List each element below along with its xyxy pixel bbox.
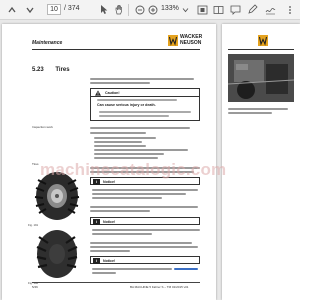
section-title: Tires — [55, 67, 70, 73]
notice-text-line — [92, 272, 116, 274]
body-text-line — [228, 112, 272, 114]
page-footer-number: 5/46 — [32, 285, 38, 289]
notice-text-line — [92, 193, 186, 195]
section-heading: 5.23 Tires — [32, 67, 70, 73]
header-rule — [32, 49, 200, 50]
body-text-line — [94, 153, 164, 155]
caution-text-line — [99, 115, 169, 117]
body-text-line — [90, 78, 194, 80]
page-number-input[interactable]: 10 — [47, 4, 61, 15]
sign-icon[interactable] — [264, 3, 276, 16]
highlight-pen-icon[interactable] — [246, 3, 258, 16]
body-text-line — [90, 132, 146, 134]
notice-text-line — [92, 268, 172, 270]
pdf-toolbar: 10 / 374 133% — [0, 0, 300, 20]
notice-text-line — [92, 229, 200, 231]
body-text-line — [94, 149, 188, 151]
brand-logo-icon — [258, 35, 268, 46]
wacker-neuson-logo-next — [258, 34, 300, 48]
toolbar-separator — [128, 4, 129, 16]
select-cursor-icon[interactable] — [98, 3, 110, 16]
wacker-neuson-logo: WACKER NEUSON — [168, 34, 210, 48]
warning-triangle-icon — [95, 90, 101, 96]
body-text-line — [90, 206, 198, 208]
info-icon: i — [93, 258, 100, 264]
document-viewer[interactable]: Maintenance WACKER NEUSON 5.23 Tires Cau… — [0, 20, 300, 300]
notice-box-2: i Notice! — [90, 217, 200, 225]
body-text-line — [90, 82, 150, 84]
caution-text-line — [99, 111, 191, 113]
zoom-out-icon[interactable] — [134, 3, 146, 16]
tire-photo-2 — [28, 228, 86, 280]
notice-text-line — [92, 197, 162, 199]
figure-heading: Tires — [32, 162, 39, 166]
body-text-line — [94, 145, 146, 147]
pdf-page-next — [222, 24, 300, 300]
body-text-line — [94, 137, 156, 139]
footer-rule — [32, 282, 200, 283]
fit-page-icon[interactable] — [196, 3, 208, 16]
zoom-in-icon[interactable] — [147, 3, 159, 16]
caution-text: Can cause serious injury or death. — [97, 103, 156, 107]
zoom-dropdown-chevron-icon[interactable] — [181, 3, 189, 16]
caution-box: Caution! Can cause serious injury or dea… — [90, 88, 200, 121]
hand-tool-icon[interactable] — [113, 3, 125, 16]
logo-line-2: NEUSON — [180, 39, 202, 46]
body-text-line — [90, 210, 150, 212]
notice-label-1: Notice! — [103, 179, 116, 184]
next-page-icon[interactable] — [24, 3, 36, 16]
body-text-line — [90, 242, 192, 244]
caution-text-line — [97, 99, 177, 101]
notice-label-2: Notice! — [103, 219, 116, 224]
body-text-line — [94, 141, 142, 143]
cross-reference-link[interactable] — [174, 268, 198, 270]
body-text-line — [94, 157, 158, 159]
body-text-line — [90, 127, 190, 129]
notice-text-line — [92, 189, 198, 191]
body-text-line — [90, 246, 198, 248]
info-icon: i — [93, 219, 100, 225]
figure-caption-1: Fig. 191 — [28, 223, 39, 227]
watermark: machinecatalogic.com — [40, 160, 227, 179]
brand-logo-icon — [168, 35, 178, 46]
notice-text-line — [92, 233, 152, 235]
notice-box-3: i Notice! — [90, 256, 200, 264]
machine-photo — [228, 54, 294, 102]
page-total: / 374 — [64, 5, 80, 12]
comment-icon[interactable] — [229, 3, 241, 16]
body-text-line — [90, 250, 130, 252]
page-footer-doc-id: BA MACHINE 5 Fahrer S – TM 01/2015 v01 — [130, 285, 189, 289]
body-text-line — [228, 108, 288, 110]
previous-page-icon[interactable] — [6, 3, 18, 16]
header-rule-next — [228, 49, 294, 50]
caution-label: Caution! — [105, 90, 120, 95]
page-header-title: Maintenance — [32, 40, 63, 46]
subheading-inspection: Inspection work — [32, 125, 53, 129]
zoom-level[interactable]: 133% — [161, 5, 179, 12]
more-tools-icon[interactable] — [284, 3, 296, 16]
notice-label-3: Notice! — [103, 258, 116, 263]
page-layout-icon[interactable] — [212, 3, 224, 16]
section-number: 5.23 — [32, 67, 44, 73]
